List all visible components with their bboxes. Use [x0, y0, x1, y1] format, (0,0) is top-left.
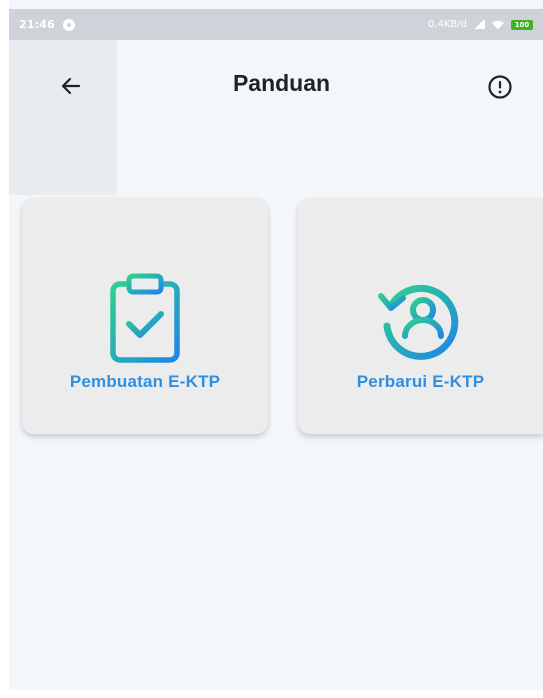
card-label: Perbarui E-KTP [356, 372, 485, 391]
page-title: Panduan [232, 70, 331, 96]
app-bar: Panduan [9, 40, 543, 140]
battery-level: 100 [514, 20, 530, 29]
signal-icon [473, 20, 485, 29]
bottom-frame-strip [0, 690, 543, 698]
status-indicators: 0,4KB/d 100 [428, 19, 533, 30]
perbarui-ektp-card[interactable]: Perbarui E-KTP [298, 198, 543, 434]
card-icon-wrapper [371, 268, 471, 368]
refresh-user-icon [377, 284, 458, 360]
left-frame-strip [0, 0, 9, 698]
screen: 21:46 0,4KB/d 100 Panduan Pembuatan E-KT… [0, 0, 543, 698]
battery-icon: 100 [511, 19, 533, 30]
status-bar: 21:46 0,4KB/d 100 [9, 9, 543, 40]
info-button[interactable] [483, 70, 517, 104]
notification-dot-icon [63, 18, 76, 31]
card-label: Pembuatan E-KTP [69, 372, 221, 391]
clipboard-check-icon [110, 273, 180, 363]
network-speed: 0,4KB/d [427, 19, 467, 30]
exclamation-circle-icon [488, 75, 512, 99]
card-icon-wrapper [95, 268, 195, 368]
wifi-icon [492, 20, 504, 29]
pembuatan-ektp-card[interactable]: Pembuatan E-KTP [22, 198, 268, 434]
status-time: 21:46 [19, 18, 56, 31]
